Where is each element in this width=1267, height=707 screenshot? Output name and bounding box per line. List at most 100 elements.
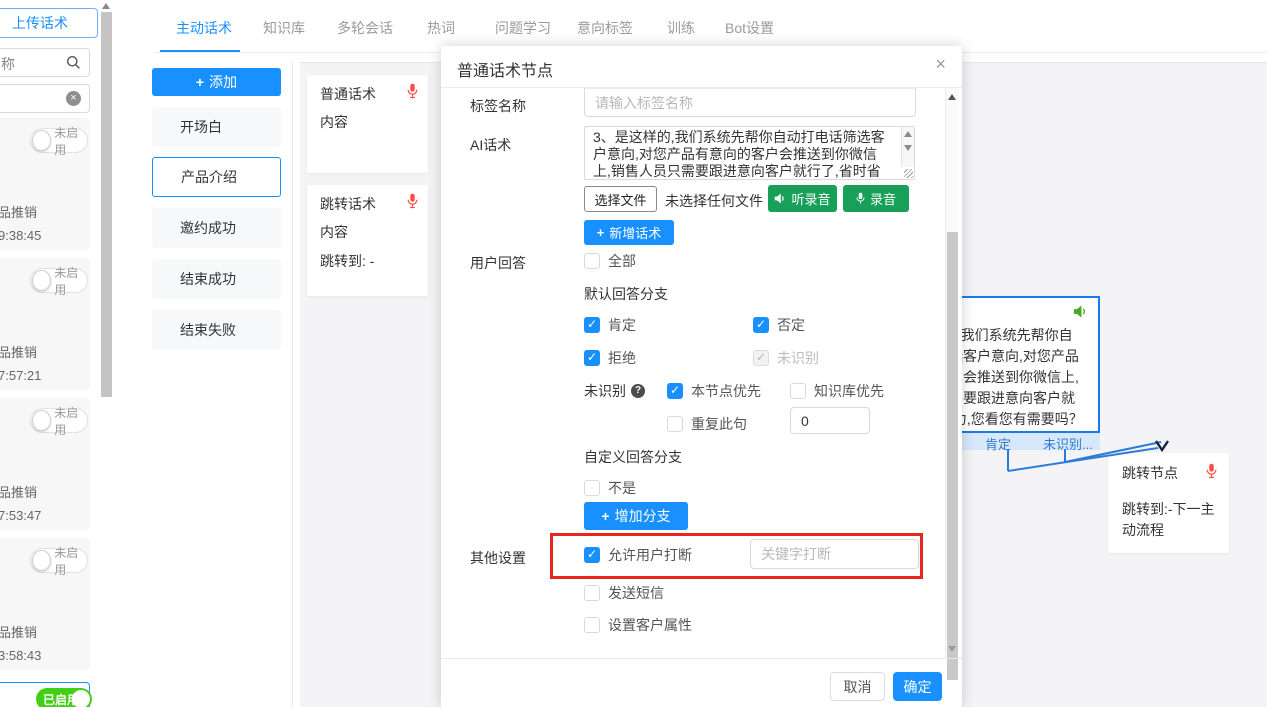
record-button[interactable]: 录音 <box>843 185 909 212</box>
close-icon[interactable]: × <box>935 54 946 75</box>
add-script-button[interactable]: + 新增话术 <box>584 220 674 245</box>
checkbox-kb-first[interactable] <box>790 383 806 399</box>
filter-input[interactable]: × <box>0 84 90 113</box>
checkbox-refuse[interactable] <box>584 350 600 366</box>
checkbox-affirm[interactable] <box>584 317 600 333</box>
node-title: 普通话术 <box>320 84 376 104</box>
modal-scrollbar[interactable] <box>945 88 958 658</box>
help-icon[interactable]: ? <box>631 384 645 398</box>
branch-label-unrecognized[interactable]: 未识别... <box>1043 434 1093 453</box>
enable-toggle-on[interactable]: 已启用 <box>36 688 92 707</box>
campaign-card[interactable]: 未启用 品推销 7:57:21 <box>0 258 90 390</box>
sidebar-item-product-intro[interactable]: 产品介绍 <box>152 157 281 197</box>
checkbox-send-sms[interactable] <box>584 585 600 601</box>
checkbox-negative[interactable] <box>753 317 769 333</box>
upload-script-button[interactable]: 上传话术 <box>0 8 98 38</box>
campaign-card[interactable]: 未启用 品推销 9:38:45 <box>0 118 90 250</box>
mic-icon[interactable] <box>407 193 418 209</box>
listen-recording-button[interactable]: 听录音 <box>768 185 837 212</box>
sidebar-item-end-fail[interactable]: 结束失败 <box>152 310 281 350</box>
checkbox-set-attr-label: 设置客户属性 <box>608 615 692 635</box>
checkbox-all[interactable] <box>584 253 600 269</box>
enable-toggle[interactable]: 未启用 <box>30 268 88 293</box>
scroll-up-arrow[interactable] <box>904 131 912 137</box>
node-jump-text: 跳转到:-下一主动流程 <box>1122 499 1222 541</box>
branch-label-affirm[interactable]: 肯定 <box>985 434 1011 453</box>
checkbox-negative-label: 否定 <box>777 315 805 335</box>
checkbox-row-kb-first: 知识库优先 <box>790 380 884 402</box>
enable-toggle[interactable]: 未启用 <box>30 408 88 433</box>
field-label-other-settings: 其他设置 <box>470 548 526 568</box>
tab-question-learning[interactable]: 问题学习 <box>495 18 551 38</box>
checkbox-row-node-first: 本节点优先 <box>667 380 761 402</box>
script-search-input[interactable]: 称 <box>0 48 90 77</box>
enable-toggle[interactable]: 未启用 <box>30 128 88 153</box>
campaign-time: 9:38:45 <box>0 228 41 243</box>
toggle-label: 未启用 <box>54 544 87 578</box>
checkbox-node-first[interactable] <box>667 383 683 399</box>
confirm-button[interactable]: 确定 <box>893 672 942 701</box>
scrollbar-thumb[interactable] <box>101 12 112 397</box>
toggle-label: 未启用 <box>54 404 87 438</box>
field-label-user-answer: 用户回答 <box>470 253 526 273</box>
scroll-down-arrow[interactable] <box>948 646 956 652</box>
add-branch-button[interactable]: + 增加分支 <box>584 502 688 530</box>
textarea-scrollbar[interactable] <box>901 127 914 167</box>
search-icon[interactable] <box>66 55 81 70</box>
sidebar-item-invite-success[interactable]: 邀约成功 <box>152 208 281 248</box>
add-flow-label: 添加 <box>209 72 237 92</box>
clear-icon[interactable]: × <box>66 91 81 106</box>
checkbox-allow-interrupt[interactable] <box>584 547 600 563</box>
repeat-count-input[interactable] <box>790 407 870 434</box>
campaign-card-enabled[interactable]: 已启用 <box>0 682 90 707</box>
checkbox-kb-first-label: 知识库优先 <box>814 381 884 401</box>
speaker-icon <box>774 193 786 204</box>
node-jump-target: 跳转到: - <box>320 251 374 271</box>
checkbox-all-label: 全部 <box>608 251 636 271</box>
interrupt-keyword-input[interactable] <box>750 539 919 569</box>
sidebar-item-end-success[interactable]: 结束成功 <box>152 259 281 299</box>
tab-knowledge-base[interactable]: 知识库 <box>263 18 305 38</box>
node-normal-script[interactable]: 普通话术 内容 <box>307 75 428 173</box>
mic-icon[interactable] <box>1206 463 1217 479</box>
checkbox-repeat[interactable] <box>667 416 683 432</box>
field-label-ai-script: AI话术 <box>470 135 511 155</box>
mic-icon <box>856 192 865 205</box>
tab-active-scripts[interactable]: 主动话术 <box>176 18 232 38</box>
add-flow-button[interactable]: + 添加 <box>152 68 281 96</box>
speaker-icon[interactable] <box>1073 305 1088 318</box>
tab-intent-tags[interactable]: 意向标签 <box>577 18 633 38</box>
confirm-label: 确定 <box>904 677 932 697</box>
node-title: 跳转话术 <box>320 194 376 214</box>
checkbox-send-sms-label: 发送短信 <box>608 583 664 603</box>
left-scrollbar[interactable] <box>100 0 113 707</box>
scroll-up-arrow[interactable] <box>102 3 110 9</box>
checkbox-unrecognized-label: 未识别 <box>777 348 819 368</box>
node-jump-script[interactable]: 跳转话术 内容 跳转到: - <box>307 185 428 296</box>
campaign-card[interactable]: 未启用 品推销 7:53:47 <box>0 398 90 530</box>
choose-file-button[interactable]: 选择文件 <box>584 186 657 212</box>
resize-handle[interactable] <box>904 169 913 178</box>
checkbox-row-refuse: 拒绝 <box>584 347 636 369</box>
cancel-button[interactable]: 取消 <box>830 672 885 701</box>
label-name-input[interactable] <box>584 88 916 117</box>
sidebar-item-opening[interactable]: 开场白 <box>152 107 281 147</box>
node-jump-target[interactable]: 跳转节点 跳转到:-下一主动流程 <box>1108 453 1229 553</box>
toggle-knob <box>32 130 51 151</box>
enable-toggle[interactable]: 未启用 <box>30 548 88 573</box>
ai-script-textarea[interactable]: 3、是这样的,我们系统先帮你自动打电话筛选客户意向,对您产品有意向的客户会推送到… <box>584 126 915 180</box>
checkbox-not[interactable] <box>584 480 600 496</box>
tab-training[interactable]: 训练 <box>667 18 695 38</box>
upload-script-panel: 上传话术 称 × 未启用 品推销 9:38:45 未启用 <box>0 0 99 707</box>
record-label: 录音 <box>870 189 896 208</box>
tab-multi-turn[interactable]: 多轮会话 <box>337 18 393 38</box>
node-title: 跳转节点 <box>1122 463 1178 483</box>
scroll-up-arrow[interactable] <box>948 94 956 100</box>
tab-bot-settings[interactable]: Bot设置 <box>725 18 774 38</box>
scroll-down-arrow[interactable] <box>904 145 912 151</box>
tab-hot-words[interactable]: 热词 <box>427 18 455 38</box>
campaign-card[interactable]: 未启用 品推销 3:58:43 <box>0 538 90 670</box>
scrollbar-thumb[interactable] <box>947 232 958 680</box>
checkbox-set-attr[interactable] <box>584 617 600 633</box>
mic-icon[interactable] <box>407 83 418 99</box>
